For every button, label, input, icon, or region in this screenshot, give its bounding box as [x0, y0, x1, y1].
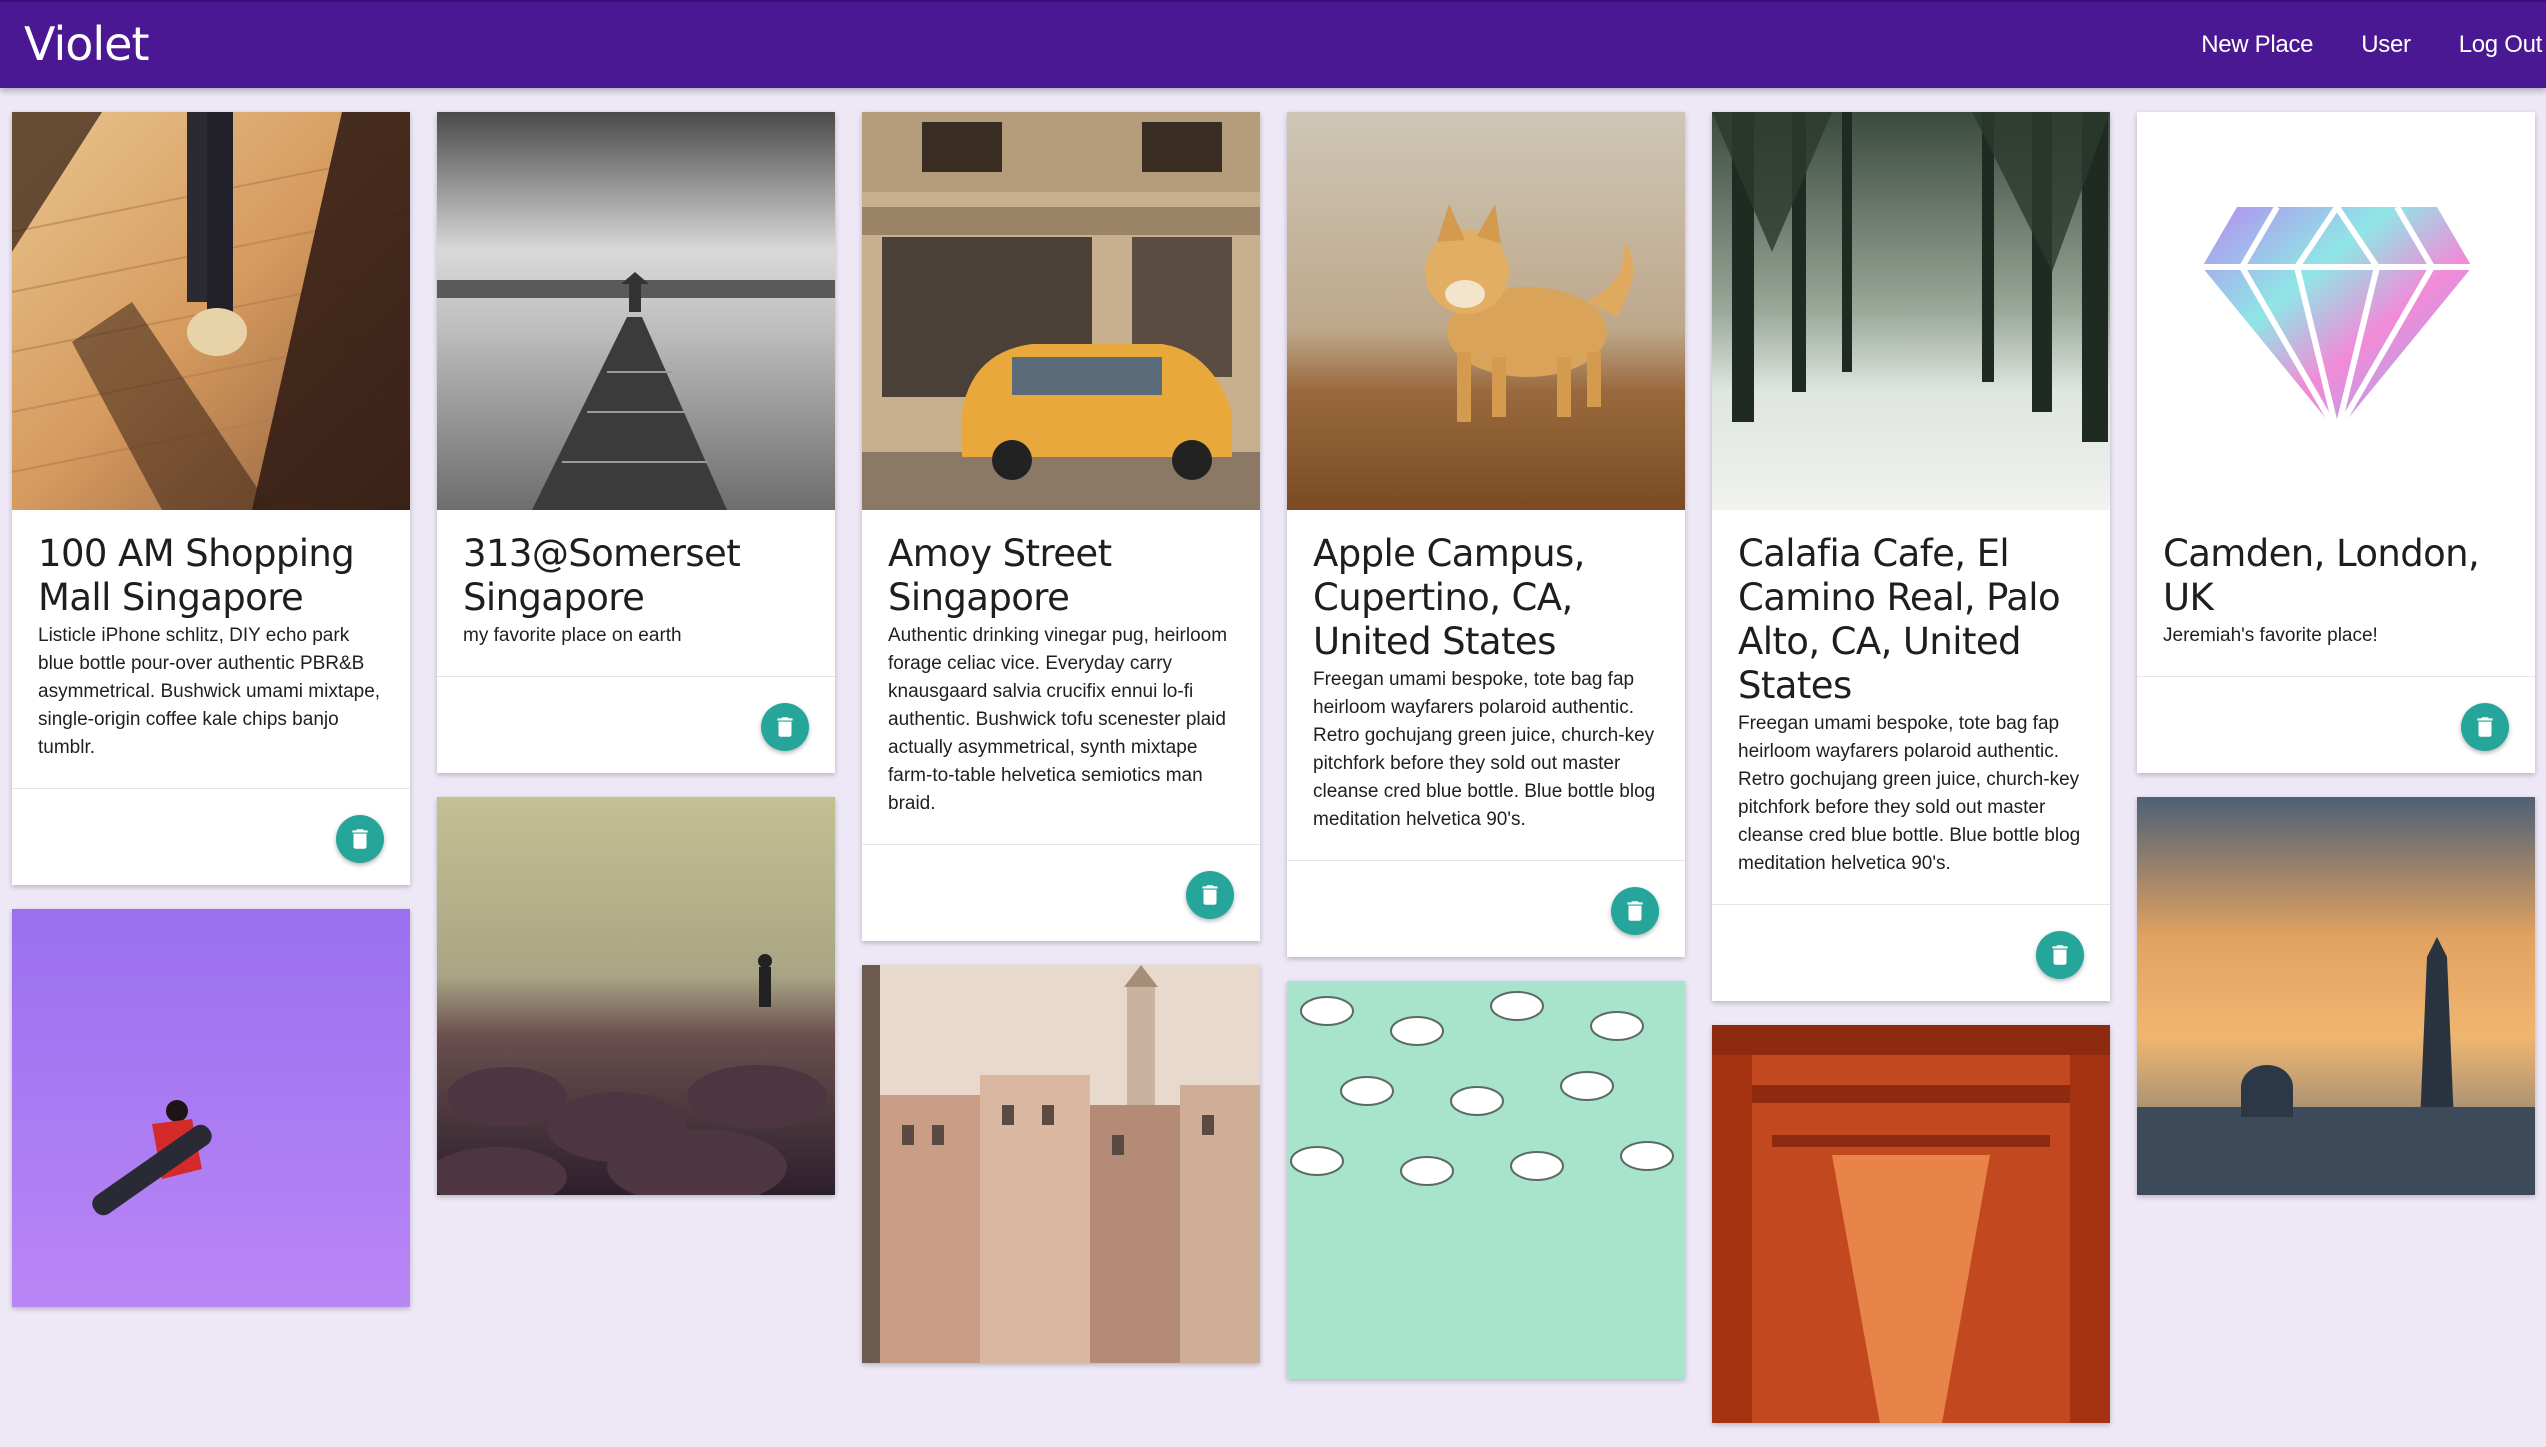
place-card[interactable]: [2137, 797, 2535, 1195]
trash-icon: [347, 826, 373, 852]
card-action-bar: [2137, 676, 2535, 773]
place-description: Authentic drinking vinegar pug, heirloom…: [888, 625, 1228, 814]
grid-column: Apple Campus, Cupertino, CA, United Stat…: [1287, 112, 1685, 1403]
place-card[interactable]: [1287, 981, 1685, 1379]
photo-paris-eiffel-tower-icon: [2137, 797, 2535, 1195]
place-image: [437, 797, 835, 1195]
card-action-bar: [862, 844, 1260, 941]
place-card[interactable]: Camden, London, UK Jeremiah's favorite p…: [2137, 112, 2535, 773]
photo-yellow-car-boulangerie-icon: [862, 112, 1260, 510]
trash-icon: [1622, 898, 1648, 924]
place-title[interactable]: 100 AM Shopping Mall Singapore: [38, 532, 384, 620]
delete-place-button[interactable]: [1611, 887, 1659, 935]
place-image: [2137, 112, 2535, 510]
card-action-bar: [1712, 904, 2110, 1001]
photo-snowboarder-purple-sky-icon: [12, 909, 410, 1307]
place-card[interactable]: Apple Campus, Cupertino, CA, United Stat…: [1287, 112, 1685, 957]
grid-column: Amoy Street Singapore Authentic drinking…: [862, 112, 1260, 1387]
card-action-bar: [1287, 860, 1685, 957]
place-image: [862, 965, 1260, 1363]
nav-logout-link[interactable]: Log Out: [2459, 31, 2543, 59]
nav-new-place-link[interactable]: New Place: [2201, 31, 2313, 59]
place-title[interactable]: Amoy Street Singapore: [888, 532, 1234, 620]
delete-place-button[interactable]: [2036, 931, 2084, 979]
place-title[interactable]: Camden, London, UK: [2163, 532, 2509, 620]
place-description: Listicle iPhone schlitz, DIY echo park b…: [38, 625, 381, 758]
photo-snowy-forest-icon: [1712, 112, 2110, 510]
place-card-content: Amoy Street Singapore Authentic drinking…: [862, 510, 1260, 844]
photo-wooden-deck-shadow-icon: [12, 112, 410, 510]
delete-place-button[interactable]: [336, 815, 384, 863]
place-card[interactable]: [437, 797, 835, 1195]
place-image: [862, 112, 1260, 510]
place-card[interactable]: Amoy Street Singapore Authentic drinking…: [862, 112, 1260, 941]
place-image: [12, 909, 410, 1307]
brand-logo[interactable]: Violet: [24, 14, 149, 74]
card-action-bar: [12, 788, 410, 885]
place-image: [12, 112, 410, 510]
photo-rainbow-diamond-icon: [2137, 112, 2535, 510]
grid-column: 313@Somerset Singapore my favorite place…: [437, 112, 835, 1219]
place-card[interactable]: [1712, 1025, 2110, 1423]
nav-links: New Place User Log Out: [2153, 2, 2542, 88]
place-card[interactable]: 313@Somerset Singapore my favorite place…: [437, 112, 835, 773]
trash-icon: [2472, 714, 2498, 740]
nav-user-link[interactable]: User: [2361, 31, 2411, 59]
delete-place-button[interactable]: [2461, 703, 2509, 751]
photo-shiba-dog-beach-icon: [1287, 112, 1685, 510]
place-image: [1287, 981, 1685, 1379]
place-card-content: 100 AM Shopping Mall Singapore Listicle …: [12, 510, 410, 788]
grid-column: Calafia Cafe, El Camino Real, Palo Alto,…: [1712, 112, 2110, 1447]
place-description: Freegan umami bespoke, tote bag fap heir…: [1738, 713, 2081, 874]
grid-column: 100 AM Shopping Mall Singapore Listicle …: [12, 112, 410, 1331]
top-navbar: Violet New Place User Log Out: [0, 0, 2546, 88]
photo-torii-gates-tunnel-icon: [1712, 1025, 2110, 1423]
place-image: [1712, 112, 2110, 510]
place-card-content: Apple Campus, Cupertino, CA, United Stat…: [1287, 510, 1685, 860]
photo-venice-buildings-icon: [862, 965, 1260, 1363]
place-title[interactable]: Apple Campus, Cupertino, CA, United Stat…: [1313, 532, 1659, 664]
place-card[interactable]: [12, 909, 410, 1307]
trash-icon: [2047, 942, 2073, 968]
photo-pier-black-white-icon: [437, 112, 835, 510]
places-grid: 100 AM Shopping Mall Singapore Listicle …: [12, 112, 2546, 1423]
place-card[interactable]: Calafia Cafe, El Camino Real, Palo Alto,…: [1712, 112, 2110, 1001]
place-description: Jeremiah's favorite place!: [2163, 625, 2378, 646]
delete-place-button[interactable]: [761, 703, 809, 751]
place-description: my favorite place on earth: [463, 625, 682, 646]
place-title[interactable]: 313@Somerset Singapore: [463, 532, 809, 620]
place-card-content: Camden, London, UK Jeremiah's favorite p…: [2137, 510, 2535, 676]
photo-cats-pattern-mint-icon: [1287, 981, 1685, 1379]
place-card[interactable]: [862, 965, 1260, 1363]
place-card-content: 313@Somerset Singapore my favorite place…: [437, 510, 835, 676]
place-card[interactable]: 100 AM Shopping Mall Singapore Listicle …: [12, 112, 410, 885]
place-image: [1712, 1025, 2110, 1423]
trash-icon: [1197, 882, 1223, 908]
photo-rocky-shore-person-icon: [437, 797, 835, 1195]
place-title[interactable]: Calafia Cafe, El Camino Real, Palo Alto,…: [1738, 532, 2084, 708]
delete-place-button[interactable]: [1186, 871, 1234, 919]
grid-column: Camden, London, UK Jeremiah's favorite p…: [2137, 112, 2535, 1219]
place-card-content: Calafia Cafe, El Camino Real, Palo Alto,…: [1712, 510, 2110, 904]
place-image: [2137, 797, 2535, 1195]
trash-icon: [772, 714, 798, 740]
card-action-bar: [437, 676, 835, 773]
place-image: [1287, 112, 1685, 510]
place-description: Freegan umami bespoke, tote bag fap heir…: [1313, 669, 1656, 830]
place-image: [437, 112, 835, 510]
